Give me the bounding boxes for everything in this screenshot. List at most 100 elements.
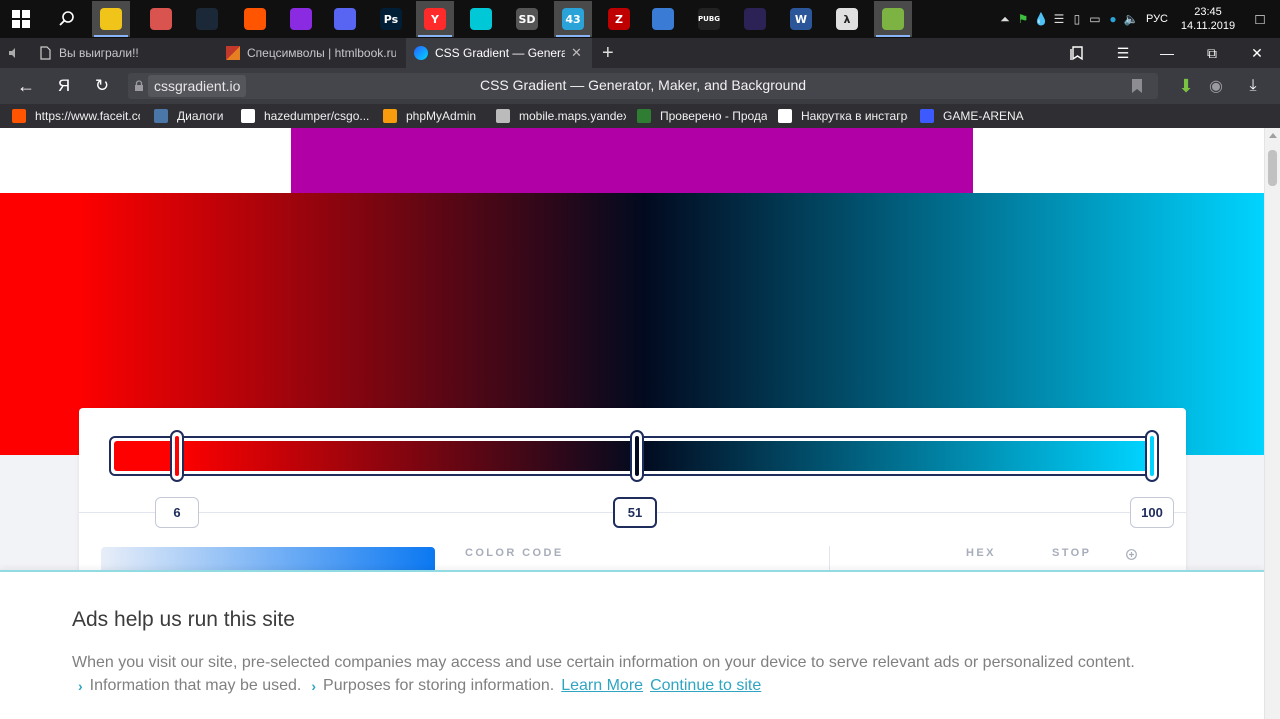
bookmark-item[interactable]: https://www.faceit.com: [12, 104, 140, 128]
reload-button[interactable]: ↻: [84, 68, 120, 104]
taskbar-app-faceit[interactable]: [236, 1, 274, 37]
file-explorer-icon: [100, 8, 122, 30]
bookmarks-panel-icon: [1070, 46, 1083, 61]
page-icon: [40, 46, 51, 60]
bookmark-favicon-icon: [496, 109, 510, 123]
tab-label: CSS Gradient — Generator: [435, 46, 565, 60]
info-used-link[interactable]: Information that may be used.: [90, 677, 302, 695]
taskbar-app-discord[interactable]: [326, 1, 364, 37]
search-button[interactable]: [48, 1, 86, 37]
minimize-button[interactable]: —: [1145, 38, 1189, 68]
download-icon[interactable]: ⤓: [1235, 68, 1271, 104]
chevron-up-icon[interactable]: ⏶: [996, 12, 1014, 27]
tab-label: Вы выиграли!!: [59, 46, 139, 60]
tab-1[interactable]: Спецсимволы | htmlbook.ru: [218, 38, 404, 68]
yandex-home-button[interactable]: Я: [46, 68, 82, 104]
wifi-icon[interactable]: ☰: [1050, 12, 1068, 26]
color-stop-handle-start[interactable]: [170, 430, 184, 482]
settings-sd-icon: SD: [516, 8, 538, 30]
address-bar[interactable]: cssgradient.io CSS Gradient — Generator,…: [128, 73, 1158, 99]
bookmark-item[interactable]: Проверено - Продажи: [637, 104, 767, 128]
bookmark-item[interactable]: hazedumper/csgo...: [241, 104, 377, 128]
restore-button[interactable]: ⧉: [1190, 38, 1234, 68]
consent-links: › Information that may be used. › Purpos…: [78, 677, 761, 695]
bookmark-item[interactable]: GAME-ARENA: [920, 104, 1030, 128]
bookmark-label: Проверено - Продажи: [660, 109, 767, 123]
bookmark-favicon-icon: [154, 109, 168, 123]
taskbar-app-photoshop[interactable]: Ps: [372, 1, 410, 37]
search-icon: [59, 11, 74, 26]
taskbar-app-telegram[interactable]: 43: [554, 1, 592, 37]
page-scrollbar[interactable]: [1264, 128, 1280, 719]
bookmark-icon[interactable]: [1132, 79, 1142, 93]
tab-2[interactable]: CSS Gradient — Generator ✕: [406, 38, 592, 68]
color-code-label: COLOR CODE: [465, 547, 564, 559]
scrollbar-thumb[interactable]: [1268, 150, 1277, 186]
clock[interactable]: 23:45 14.11.2019: [1176, 5, 1240, 33]
filezilla-icon: Z: [608, 8, 630, 30]
taskbar-app-vpn-app[interactable]: [462, 1, 500, 37]
taskbar-app-filezilla[interactable]: Z: [600, 1, 638, 37]
taskbar-app-word-app[interactable]: W: [782, 1, 820, 37]
learn-more-link[interactable]: Learn More: [561, 677, 643, 695]
tab-0[interactable]: Вы выиграли!!: [30, 38, 216, 68]
handle-color-swatch: [1150, 436, 1154, 476]
taskbar-app-shield-app[interactable]: [142, 1, 180, 37]
bookmark-favicon-icon: [383, 109, 397, 123]
taskbar-app-visual-studio[interactable]: [282, 1, 320, 37]
language-indicator[interactable]: РУС: [1146, 13, 1168, 25]
word-app-icon: W: [790, 8, 812, 30]
collections-icon[interactable]: [1055, 38, 1099, 68]
photoshop-icon: Ps: [380, 8, 402, 30]
close-window-button[interactable]: ✕: [1235, 38, 1279, 68]
bookmark-item[interactable]: phpMyAdmin: [383, 104, 487, 128]
audio-icon[interactable]: [0, 38, 28, 68]
stop-position-input-active[interactable]: 51: [613, 497, 657, 528]
faceit-icon: [244, 8, 266, 30]
new-tab-button[interactable]: +: [594, 38, 622, 68]
handle-color-swatch: [175, 436, 179, 476]
taskbar-app-pubg[interactable]: PUBG: [690, 1, 728, 37]
bookmark-item[interactable]: Диалоги: [154, 104, 234, 128]
taskbar-app-yandex-browser[interactable]: Y: [416, 1, 454, 37]
bookmark-label: mobile.maps.yandex: [519, 109, 626, 123]
menu-icon[interactable]: ☰: [1101, 38, 1145, 68]
flag-icon[interactable]: ⚑: [1014, 12, 1032, 26]
bookmark-item[interactable]: mobile.maps.yandex: [496, 104, 626, 128]
notifications-icon[interactable]: □: [1240, 11, 1280, 28]
taskbar-app-half-life[interactable]: λ: [828, 1, 866, 37]
bookmark-item[interactable]: Накрутка в инстаграм: [778, 104, 908, 128]
usb-icon[interactable]: ▭: [1086, 12, 1104, 26]
taskbar-app-paint-app[interactable]: [644, 1, 682, 37]
purposes-link[interactable]: Purposes for storing information.: [323, 677, 554, 695]
discord-icon: [334, 8, 356, 30]
windows-logo-icon: [12, 10, 30, 28]
taskbar-app-steam[interactable]: [188, 1, 226, 37]
continue-to-site-link[interactable]: Continue to site: [650, 677, 761, 695]
taskbar-app-settings-sd[interactable]: SD: [508, 1, 546, 37]
taskbar-app-file-explorer[interactable]: [92, 1, 130, 37]
scroll-up-arrow-icon[interactable]: [1269, 133, 1277, 138]
bookmark-favicon-icon: [241, 109, 255, 123]
volume-icon[interactable]: 🔈: [1122, 12, 1140, 26]
yandex-browser-icon: Y: [424, 8, 446, 30]
shield-app-icon: [150, 8, 172, 30]
start-button[interactable]: [2, 1, 40, 37]
protect-icon[interactable]: ◉: [1198, 68, 1234, 104]
battery-icon[interactable]: ▯: [1068, 12, 1086, 26]
stop-position-input[interactable]: 6: [155, 497, 199, 528]
drop-icon[interactable]: 💧: [1032, 12, 1050, 26]
color-stop-handle-middle[interactable]: [630, 430, 644, 482]
taskbar-app-eclipse[interactable]: [736, 1, 774, 37]
steam-icon: [196, 8, 218, 30]
back-button[interactable]: ←: [8, 68, 44, 104]
color-stop-handle-end[interactable]: [1145, 430, 1159, 482]
add-stop-icon[interactable]: [1126, 549, 1137, 560]
telegram-tray-icon[interactable]: ●: [1104, 12, 1122, 26]
close-tab-icon[interactable]: ✕: [571, 45, 582, 61]
stop-position-input[interactable]: 100: [1130, 497, 1174, 528]
taskbar-app-notepad-app[interactable]: [874, 1, 912, 37]
page-title: CSS Gradient — Generator, Maker, and Bac…: [479, 77, 807, 93]
ads-consent-banner: Ads help us run this site When you visit…: [0, 570, 1264, 719]
bookmark-favicon-icon: [778, 109, 792, 123]
